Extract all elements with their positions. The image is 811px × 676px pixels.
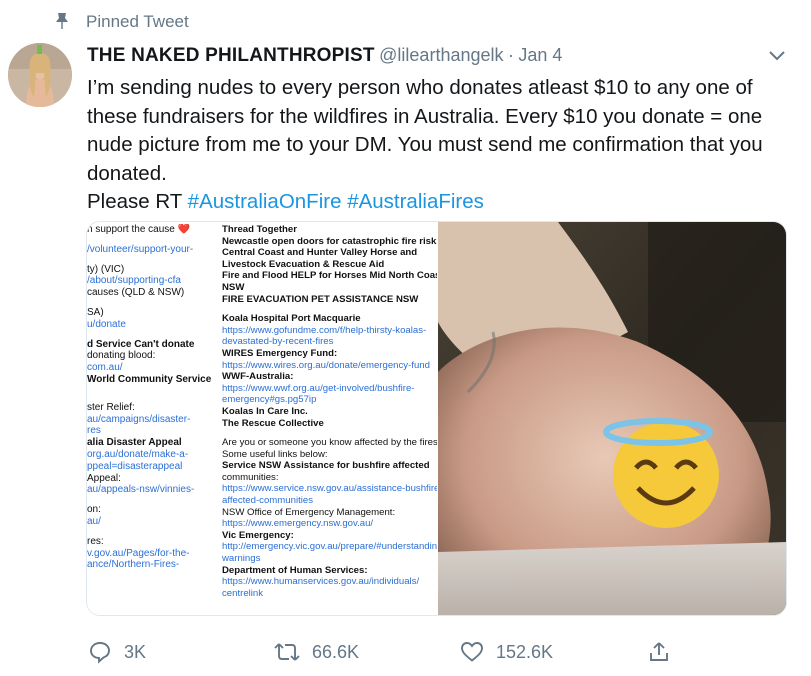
fundraiser-list-line: https://www.wwf.org.au/get-involved/bush… [222,382,415,394]
fundraiser-list-line: v.gov.au/Pages/for-the- [87,547,190,559]
reply-button[interactable]: 3K [88,636,146,668]
fundraiser-list-line: n support the cause ❤️ [87,224,191,235]
rt-prefix: Please RT [87,190,182,213]
fundraiser-list-line: d Service Can't donate [87,338,195,350]
like-button[interactable]: 152.6K [460,636,553,668]
fundraiser-list-line: /volunteer/support-your- [87,243,194,255]
fundraiser-list-line: https://www.humanservices.gov.au/individ… [222,576,420,588]
chevron-down-icon[interactable] [767,49,787,63]
tweet-body: I’m sending nudes to every person who do… [87,76,763,185]
fundraiser-list-line: WIRES Emergency Fund: [222,347,338,359]
media-image-fundraiser-list[interactable]: n support the cause ❤️ /volunteer/support… [87,222,437,615]
fundraiser-list-line: ppeal=disasterappeal [87,460,183,472]
fundraiser-list-line: warnings [222,553,261,565]
fundraiser-list-line: Some useful links below: [222,448,328,460]
reply-icon [90,642,110,664]
fundraiser-list-line: Service NSW Assistance for bushfire affe… [222,460,430,472]
fundraiser-list-line: communities: [222,471,279,483]
fundraiser-list-line: https://www.service.nsw.gov.au/assistanc… [222,483,437,495]
media-image-photo[interactable] [438,222,786,615]
avatar[interactable] [8,43,72,107]
fundraiser-list-line: au/appeals-nsw/vinnies- [87,484,195,496]
fundraiser-list-line: donating blood: [87,350,156,362]
fundraiser-list-line: https://www.wires.org.au/donate/emergenc… [222,359,430,371]
fundraiser-list-line: ty) (VIC) [87,263,125,275]
fundraiser-list-line: emergency#gs.pg57ip [222,394,317,406]
fundraiser-list-line: Central Coast and Hunter Valley Horse an… [222,247,418,259]
fundraiser-list-line: Thread Together [222,224,297,235]
fundraiser-list-line: causes (QLD & NSW) [87,287,185,299]
heart-icon [461,642,483,662]
fundraiser-list-line: Koala Hospital Port Macquarie [222,313,361,325]
retweet-count: 66.6K [312,641,360,662]
fundraiser-list-line: SA) [87,306,104,318]
tweet-text: I’m sending nudes to every person who do… [87,74,787,217]
fundraiser-list-line: u/donate [87,318,126,330]
fundraiser-list-line: http://emergency.vic.gov.au/prepare/#und… [222,541,437,553]
fundraiser-list-line: Are you or someone you know affected by … [222,437,437,449]
fundraiser-list-line: Livestock Evacuation & Rescue Aid [222,258,385,270]
share-icon [650,642,668,661]
fundraiser-list-line: Vic Emergency: [222,529,294,541]
fundraiser-list-column-right: Thread Together Newcastle open doors for … [222,224,437,599]
fundraiser-list-line: devastated-by-recent-fires [222,336,334,348]
fundraiser-list-line: affected-communities [222,495,314,507]
fundraiser-list-line [87,386,217,394]
fundraiser-list-line: The Rescue Collective [222,417,324,429]
fundraiser-list-line: NSW [222,281,245,293]
fundraiser-list-line: au/campaigns/disaster- [87,413,191,425]
fundraiser-list-line: ster Relief: [87,401,135,413]
fundraiser-list-line: https://www.gofundme.com/f/help-thirsty-… [222,324,427,336]
fundraiser-list-line: centrelink [222,587,264,599]
fundraiser-list-line [222,305,437,313]
fundraiser-list-line [87,394,217,402]
fundraiser-list-line: Newcastle open doors for catastrophic fi… [222,235,437,247]
share-button[interactable] [647,636,671,668]
fundraiser-list-line [222,429,437,437]
fundraiser-list-line: alia Disaster Appeal [87,437,182,449]
fundraiser-list-line: org.au/donate/make-a- [87,448,189,460]
tweet-actions: 3K 66.6K 152.6K [0,636,811,668]
fundraiser-list-line: on: [87,504,101,516]
fundraiser-list-line [87,299,217,307]
fundraiser-list-line: NSW Office of Emergency Management: [222,506,396,518]
tweet-rt-line: Please RT #AustraliaOnFire #AustraliaFir… [87,188,787,217]
photo-image [438,222,786,615]
fundraiser-list-line: FIRE EVACUATION PET ASSISTANCE NSW [222,293,419,305]
like-count: 152.6K [496,641,554,662]
fundraiser-list-line [87,256,217,264]
retweet-button[interactable]: 66.6K [274,636,359,668]
fundraiser-list-line [87,236,217,244]
tweet-date[interactable]: Jan 4 [518,45,562,65]
fundraiser-list-line: https://www.emergency.nsw.gov.au/ [222,518,374,530]
tweet-header: THE NAKED PHILANTHROPIST @lilearthangelk… [87,45,787,73]
fundraiser-list-line [87,331,217,339]
reply-count: 3K [124,641,147,662]
fundraiser-list-line: Appeal: [87,472,121,484]
fundraiser-list-line: res [87,425,101,437]
tweet-media[interactable]: n support the cause ❤️ /volunteer/support… [86,221,787,616]
hashtag-link[interactable]: #AustraliaOnFire [188,190,342,213]
author-handle[interactable]: @lilearthangelk [379,45,503,65]
fundraiser-list-line: /about/supporting-cfa [87,275,181,287]
pin-icon [56,13,68,29]
retweet-icon [274,643,300,661]
fundraiser-list-line: Fire and Flood HELP for Horses Mid North… [222,270,437,282]
fundraiser-list-line: Koalas In Care Inc. [222,405,308,417]
fundraiser-list-line: com.au/ [87,362,123,374]
fundraiser-list-line: res: [87,535,104,547]
fundraiser-list-line: Department of Human Services: [222,564,368,576]
hashtag-link[interactable]: #AustraliaFires [347,190,484,213]
separator-dot: · [507,45,514,65]
fundraiser-list-line: World Community Service [87,373,212,385]
fundraiser-list-column-left: n support the cause ❤️ /volunteer/support… [87,224,217,571]
author-name[interactable]: THE NAKED PHILANTHROPIST [87,45,375,66]
fundraiser-list-line: WWF-Australia: [222,371,294,383]
fundraiser-list-line [87,528,217,536]
fundraiser-list-line [87,496,217,504]
pinned-label: Pinned Tweet [86,12,189,31]
fundraiser-list-line: ance/Northern-Fires- [87,559,180,571]
avatar-image [8,43,72,107]
fundraiser-list-line: au/ [87,515,101,527]
